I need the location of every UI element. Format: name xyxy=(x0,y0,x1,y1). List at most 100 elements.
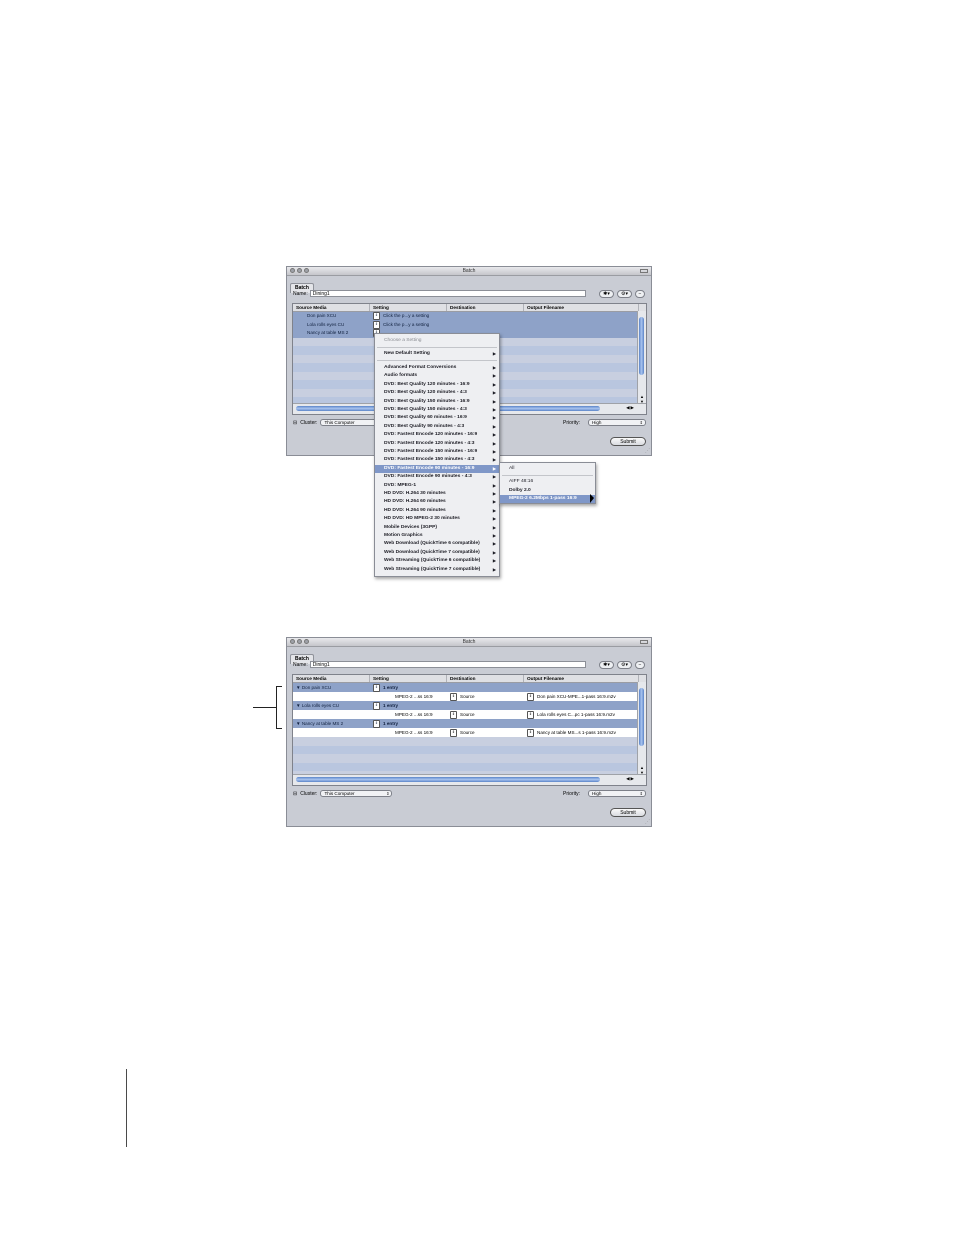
cluster-popup[interactable]: This Computer xyxy=(320,790,393,797)
menu-item[interactable]: DVD: Best Quality 120 minutes - 4:3 ▶ xyxy=(375,389,499,397)
column-setting[interactable]: Setting xyxy=(370,675,447,682)
column-source-media[interactable]: Source Media xyxy=(293,304,370,311)
add-setting-button[interactable]: ✱▾ xyxy=(599,661,614,669)
batch-name-input[interactable]: Dining1 xyxy=(309,290,586,297)
window-titlebar[interactable]: Batch xyxy=(287,638,651,647)
batch-name-input[interactable]: Dining1 xyxy=(309,661,586,668)
destination-cell[interactable]: ⇕ Source xyxy=(447,710,524,719)
column-output-filename[interactable]: Output Filename xyxy=(524,304,639,311)
menu-item[interactable]: HD DVD: H.264 30 minutes ▶ xyxy=(375,490,499,498)
add-setting-button[interactable]: ✱▾ xyxy=(599,290,614,298)
vertical-scroll-thumb[interactable] xyxy=(639,317,644,375)
popup-arrows-icon[interactable]: ⇕ xyxy=(450,692,457,701)
toolbar-toggle-icon[interactable] xyxy=(640,639,648,644)
table-row[interactable]: Don pain XCU ⇕ Click the p...y a setting xyxy=(293,312,646,321)
disclosure-icon[interactable]: ⊟ xyxy=(293,791,297,797)
zoom-window-icon[interactable] xyxy=(304,268,309,273)
output-cell[interactable]: ⇕ Nancy at table MS...s 1-pass 16:9.m2v xyxy=(524,728,639,737)
priority-popup[interactable]: High xyxy=(588,790,646,797)
menu-item[interactable]: Web Streaming (QuickTime 7 compatible) ▶ xyxy=(375,566,499,574)
popup-arrows-icon[interactable]: ⇕ xyxy=(373,683,380,692)
output-cell[interactable]: ⇕ Lola rolls eyes C...pc 1-pass 16:9.m2v xyxy=(524,710,639,719)
priority-popup[interactable]: High xyxy=(588,419,646,426)
zoom-window-icon[interactable] xyxy=(304,639,309,644)
menu-item-highlighted[interactable]: DVD: Fastest Encode 90 minutes - 16:9 ▶ xyxy=(375,464,499,473)
menu-item[interactable]: DVD: Fastest Encode 150 minutes - 16:9 ▶ xyxy=(375,448,499,456)
menu-item[interactable]: Advanced Format Conversions ▶ xyxy=(375,364,499,372)
toolbar-toggle-icon[interactable] xyxy=(640,268,648,273)
popup-arrows-icon[interactable]: ⇕ xyxy=(450,728,457,737)
close-window-icon[interactable] xyxy=(290,639,295,644)
setting-cell[interactable]: ⇕ 1 entry xyxy=(370,683,447,692)
column-source-media[interactable]: Source Media xyxy=(293,675,370,682)
menu-item[interactable]: DVD: Best Quality 120 minutes - 16:9 ▶ xyxy=(375,381,499,389)
popup-arrows-icon[interactable]: ⇕ xyxy=(373,719,380,728)
destination-button[interactable]: ⚙▾ xyxy=(617,661,632,669)
resize-grip-icon[interactable]: ⋰ xyxy=(645,448,650,454)
horizontal-scroll-thumb[interactable] xyxy=(296,777,600,782)
table-row[interactable]: ▼ Nancy at table MS 2 ⇕ 1 entry xyxy=(293,719,646,728)
menu-item[interactable]: Web Download (QuickTime 7 compatible) ▶ xyxy=(375,549,499,557)
menu-item[interactable]: DVD: Fastest Encode 120 minutes - 4:3 ▶ xyxy=(375,440,499,448)
menu-item[interactable]: Web Download (QuickTime 6 compatible) ▶ xyxy=(375,540,499,548)
scroll-right-arrow-icon[interactable]: ▶ xyxy=(631,776,635,781)
menu-item[interactable]: New Default Setting ▶ xyxy=(375,350,499,358)
menu-item[interactable]: Motion Graphics ▶ xyxy=(375,532,499,540)
table-row[interactable]: MPEG-2 ...ss 16:9 ⇕ Source ⇕ Lola rolls ey… xyxy=(293,710,646,719)
output-cell[interactable]: ⇕ Don pain XCU-MPE...1-pass 16:9.m2v xyxy=(524,692,639,701)
submenu-item-highlighted[interactable]: MPEG-2 6.2Mbps 1-pass 16:9 xyxy=(500,495,595,503)
vertical-scrollbar[interactable]: ▲ ▼ xyxy=(637,311,646,404)
minimize-window-icon[interactable] xyxy=(297,268,302,273)
popup-arrows-icon[interactable]: ⇕ xyxy=(450,710,457,719)
column-destination[interactable]: Destination xyxy=(447,304,524,311)
horizontal-scrollbar[interactable]: ◀▶ xyxy=(293,774,646,785)
remove-button[interactable]: − xyxy=(635,290,645,298)
setting-cell[interactable]: ⇕ Click the p...y a setting xyxy=(370,320,447,330)
table-row[interactable]: MPEG-2 ...ss 16:9 ⇕ Source ⇕ Nancy at tabl… xyxy=(293,728,646,737)
destination-cell[interactable]: ⇕ Source xyxy=(447,692,524,701)
table-row[interactable]: ▼ Don pain XCU ⇕ 1 entry xyxy=(293,683,646,692)
menu-item[interactable]: HD DVD: H.264 60 minutes ▶ xyxy=(375,498,499,506)
popup-arrows-icon[interactable]: ⇕ xyxy=(527,710,534,719)
submenu-item[interactable]: Dolby 2.0 xyxy=(500,487,595,495)
column-output-filename[interactable]: Output Filename xyxy=(524,675,639,682)
popup-arrows-icon[interactable]: ⇕ xyxy=(527,692,534,701)
setting-cell[interactable]: ⇕ 1 entry xyxy=(370,719,447,728)
disclosure-icon[interactable]: ⊟ xyxy=(293,420,297,426)
menu-item[interactable]: Web Streaming (QuickTime 6 compatible) ▶ xyxy=(375,557,499,565)
vertical-scroll-thumb[interactable] xyxy=(639,688,644,746)
submit-button[interactable]: Submit xyxy=(610,808,646,817)
close-window-icon[interactable] xyxy=(290,268,295,273)
menu-item[interactable]: DVD: MPEG-1 ▶ xyxy=(375,482,499,490)
minimize-window-icon[interactable] xyxy=(297,639,302,644)
menu-item[interactable]: HD DVD: H.264 90 minutes ▶ xyxy=(375,507,499,515)
column-destination[interactable]: Destination xyxy=(447,675,524,682)
popup-arrows-icon[interactable]: ⇕ xyxy=(373,320,380,329)
menu-item[interactable]: DVD: Best Quality 60 minutes - 16:9 ▶ xyxy=(375,414,499,422)
menu-item[interactable]: DVD: Fastest Encode 90 minutes - 4:3 ▶ xyxy=(375,473,499,481)
submit-button[interactable]: Submit xyxy=(610,437,646,446)
scroll-right-arrow-icon[interactable]: ▶ xyxy=(631,405,635,410)
menu-item[interactable]: Mobile Devices (3GPP) ▶ xyxy=(375,524,499,532)
table-row[interactable]: MPEG-2 ...ss 16:9 ⇕ Source ⇕ Don pain XCU-… xyxy=(293,692,646,701)
menu-item[interactable]: DVD: Best Quality 150 minutes - 4:3 ▶ xyxy=(375,406,499,414)
menu-item[interactable]: DVD: Best Quality 90 minutes - 4:3 ▶ xyxy=(375,423,499,431)
column-setting[interactable]: Setting xyxy=(370,304,447,311)
menu-item[interactable]: DVD: Fastest Encode 120 minutes - 16:9 ▶ xyxy=(375,431,499,439)
popup-arrows-icon[interactable]: ⇕ xyxy=(527,728,534,737)
setting-cell[interactable]: ⇕ Click the p...y a setting xyxy=(370,312,447,321)
menu-item[interactable]: DVD: Best Quality 150 minutes - 16:9 ▶ xyxy=(375,398,499,406)
table-row[interactable]: Lola rolls eyes CU ⇕ Click the p...y a se… xyxy=(293,320,646,330)
remove-button[interactable]: − xyxy=(635,661,645,669)
submenu-item[interactable]: AIFF 48:16 xyxy=(500,478,595,486)
menu-item[interactable]: DVD: Fastest Encode 150 minutes - 4:3 ▶ xyxy=(375,456,499,464)
vertical-scrollbar[interactable]: ▲ ▼ xyxy=(637,682,646,775)
submenu-item[interactable]: All xyxy=(500,465,595,473)
menu-item[interactable]: HD DVD: HD MPEG-2 30 minutes ▶ xyxy=(375,515,499,523)
destination-cell[interactable]: ⇕ Source xyxy=(447,728,524,737)
menu-item[interactable]: Audio formats ▶ xyxy=(375,372,499,380)
setting-cell[interactable]: ⇕ 1 entry xyxy=(370,701,447,710)
destination-button[interactable]: ⚙▾ xyxy=(617,290,632,298)
window-titlebar[interactable]: Batch xyxy=(287,267,651,276)
resize-grip-icon[interactable]: ⋰ xyxy=(645,819,650,825)
